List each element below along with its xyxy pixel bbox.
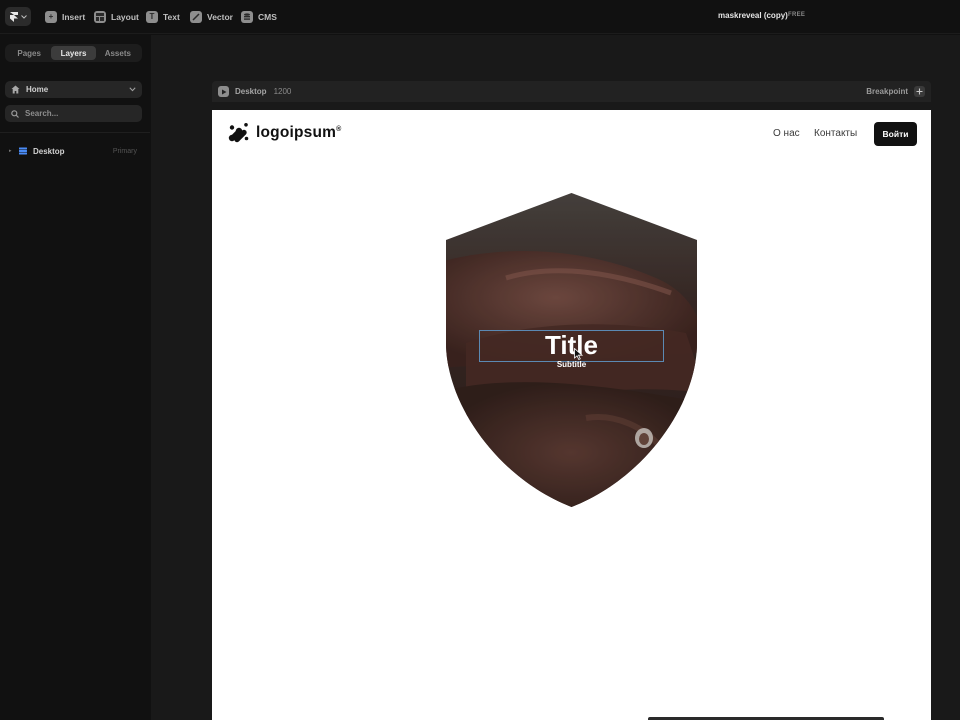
layer-item-desktop[interactable]: ▸ Desktop Primary — [0, 143, 150, 159]
text-label: Text — [163, 12, 180, 22]
layer-search[interactable] — [5, 105, 142, 122]
desktop-frame[interactable]: logoipsum® О нас Контакты Войти Title Su… — [212, 110, 931, 720]
breakpoint-button-label[interactable]: Breakpoint — [866, 87, 908, 96]
insert-label: Insert — [62, 12, 86, 22]
text-icon: T — [146, 11, 158, 23]
breakpoint-width: 1200 — [273, 87, 292, 96]
hero-title[interactable]: Title — [479, 328, 664, 362]
site-logo-text: logoipsum® — [256, 124, 342, 141]
search-icon — [11, 109, 19, 118]
framer-logo-icon — [9, 11, 18, 22]
chevron-down-icon — [129, 85, 136, 94]
panel-divider — [0, 132, 150, 133]
page-selector[interactable]: Home — [5, 81, 142, 98]
tab-pages[interactable]: Pages — [7, 46, 51, 60]
expand-caret-icon[interactable]: ▸ — [9, 148, 13, 154]
vector-label: Vector — [207, 12, 233, 22]
nav-link-about[interactable]: О нас — [773, 128, 800, 139]
layout-label: Layout — [111, 12, 139, 22]
login-button[interactable]: Войти — [874, 122, 917, 146]
cms-button[interactable]: CMS — [241, 9, 277, 25]
tab-layers[interactable]: Layers — [51, 46, 96, 60]
hero-subtitle[interactable]: Subtitle — [479, 360, 664, 369]
database-icon — [241, 11, 253, 23]
play-icon[interactable] — [218, 86, 229, 97]
nav-link-contacts[interactable]: Контакты — [814, 128, 857, 139]
text-button[interactable]: T Text — [146, 9, 180, 25]
home-icon — [11, 85, 20, 94]
panel-tabs: Pages Layers Assets — [5, 44, 142, 62]
project-title[interactable]: maskreveal (copy) — [718, 11, 788, 20]
layout-button[interactable]: Layout — [94, 9, 139, 25]
layout-icon — [94, 11, 106, 23]
top-toolbar: + Insert Layout T Text Vector CMS maskre… — [0, 0, 960, 34]
logoipsum-mark-icon — [228, 123, 249, 143]
layer-label: Desktop — [33, 146, 65, 156]
cms-label: CMS — [258, 12, 277, 22]
chevron-down-icon — [20, 14, 27, 19]
breakpoint-bar: Desktop 1200 Breakpoint — [212, 81, 931, 102]
mouse-cursor-icon — [574, 348, 583, 360]
vector-icon — [190, 11, 202, 23]
stack-icon — [19, 147, 27, 155]
breakpoint-name[interactable]: Desktop — [235, 87, 267, 96]
insert-button[interactable]: + Insert — [45, 9, 85, 25]
tab-assets[interactable]: Assets — [96, 46, 140, 60]
vector-button[interactable]: Vector — [190, 9, 233, 25]
page-selector-value: Home — [26, 85, 49, 94]
plan-badge: FREE — [788, 12, 806, 18]
site-logo[interactable]: logoipsum® — [228, 123, 342, 143]
app-menu-button[interactable] — [5, 7, 31, 26]
plus-icon — [916, 88, 923, 95]
left-panel: Pages Layers Assets Home ▸ Desktop Prima… — [0, 35, 150, 720]
search-input[interactable] — [25, 109, 125, 118]
logo-registered-mark: ® — [336, 125, 342, 133]
plus-icon: + — [45, 11, 57, 23]
layer-tag: Primary — [112, 147, 137, 155]
add-breakpoint-button[interactable] — [914, 86, 925, 97]
